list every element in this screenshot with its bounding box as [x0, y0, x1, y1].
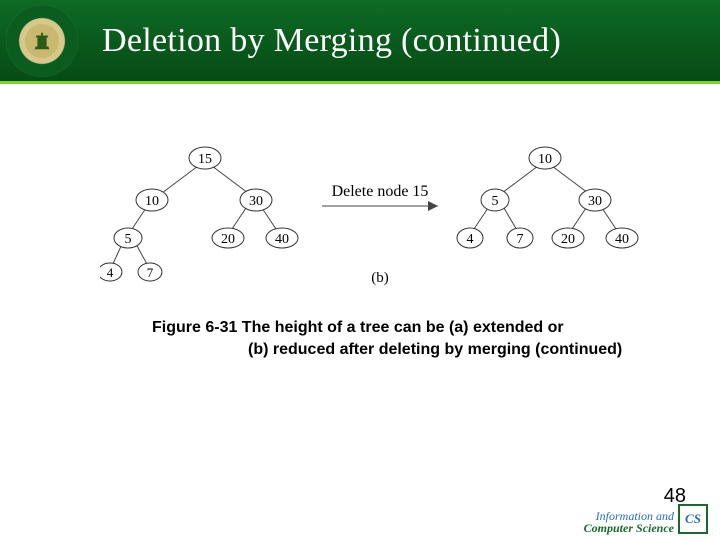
caption-line-1: Figure 6-31 The height of a tree can be … [152, 317, 690, 339]
dept-abbr-badge: CS [678, 504, 708, 534]
svg-text:7: 7 [147, 265, 154, 280]
seal-tower-icon [25, 24, 59, 58]
svg-text:40: 40 [615, 232, 629, 247]
svg-text:10: 10 [145, 194, 159, 209]
figure-caption: Figure 6-31 The height of a tree can be … [100, 317, 690, 360]
slide-title: Deletion by Merging (continued) [102, 22, 561, 60]
dept-text-bottom: Computer Science [584, 522, 674, 534]
slide-body: 15 10 30 5 20 40 4 7 Delete node 15 [0, 84, 720, 360]
university-seal [6, 5, 78, 77]
svg-text:20: 20 [221, 232, 235, 247]
svg-text:5: 5 [125, 232, 132, 247]
svg-text:20: 20 [561, 232, 575, 247]
figure-diagram: 15 10 30 5 20 40 4 7 Delete node 15 [96, 134, 670, 303]
tree-diagram-svg: 15 10 30 5 20 40 4 7 Delete node 15 [100, 140, 660, 288]
svg-text:30: 30 [249, 194, 263, 209]
svg-text:Delete node 15: Delete node 15 [332, 183, 429, 200]
svg-text:30: 30 [588, 194, 602, 209]
svg-text:10: 10 [538, 152, 552, 167]
svg-text:4: 4 [107, 265, 114, 280]
svg-text:5: 5 [492, 194, 499, 209]
svg-text:40: 40 [275, 232, 289, 247]
svg-text:7: 7 [517, 232, 524, 247]
delete-arrow: Delete node 15 [322, 183, 438, 211]
caption-line-2: (b) reduced after deleting by merging (c… [152, 339, 690, 361]
svg-text:15: 15 [198, 152, 212, 167]
slide-header: Deletion by Merging (continued) [0, 0, 720, 84]
svg-text:(b): (b) [371, 270, 389, 286]
svg-text:4: 4 [467, 232, 474, 247]
department-logo: Information and Computer Science CS [584, 504, 708, 534]
